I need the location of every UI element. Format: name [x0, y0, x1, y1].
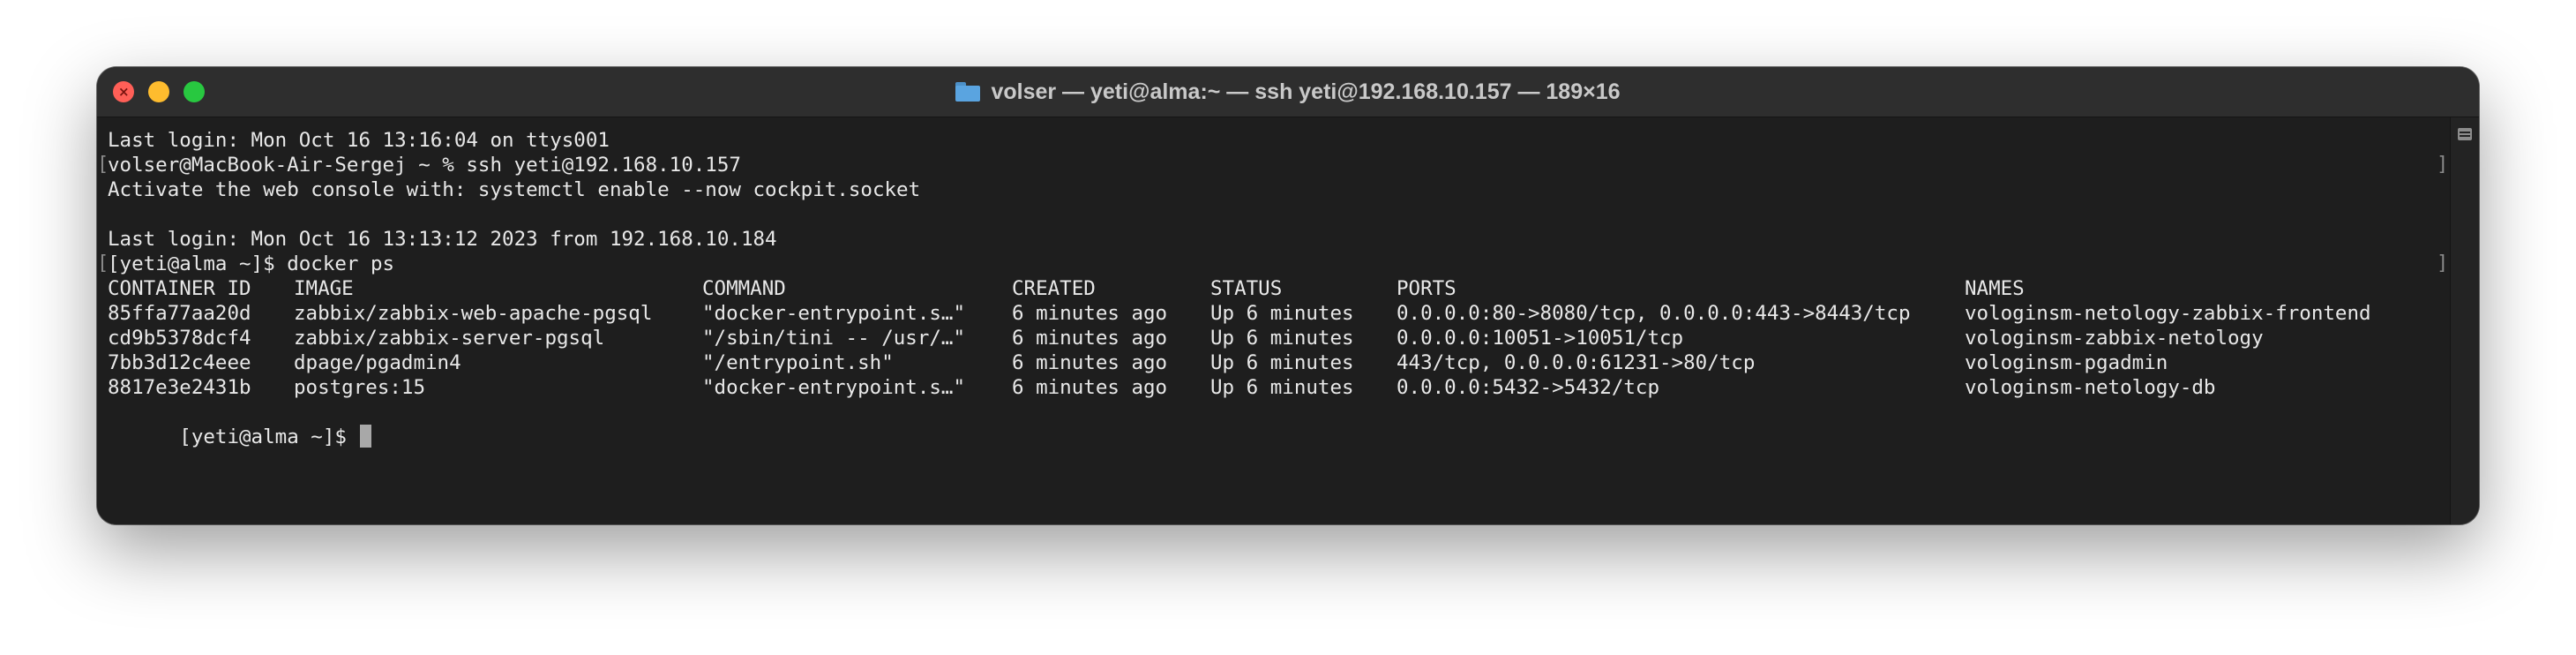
table-cell: dpage/pgadmin4 [294, 351, 461, 374]
folder-icon [955, 82, 981, 102]
shell-prompt: [yeti@alma ~]$ [179, 425, 347, 448]
table-header-cell: CONTAINER ID [108, 277, 251, 300]
table-cell: 85ffa77aa20d [108, 302, 251, 325]
table-row: 8817e3e2431b postgres:15 "docker-entrypo… [108, 375, 2215, 400]
window-title-text: volser — yeti@alma:~ — ssh yeti@192.168.… [991, 79, 1621, 104]
table-cell: "/sbin/tini -- /usr/…" [702, 327, 966, 350]
table-cell: 7bb3d12c4eee [108, 351, 251, 374]
table-cell: 443/tcp, 0.0.0.0:61231->80/tcp [1397, 351, 1756, 374]
table-cell: Up 6 minutes [1210, 351, 1354, 374]
table-cell: 0.0.0.0:5432->5432/tcp [1397, 376, 1660, 399]
table-cell: vologinsm-zabbix-netology [1965, 327, 2264, 350]
terminal-window: × volser — yeti@alma:~ — ssh yeti@192.16… [97, 67, 2479, 524]
table-cell: "/entrypoint.sh" [702, 351, 894, 374]
table-cell: 6 minutes ago [1012, 327, 1168, 350]
table-cell: zabbix/zabbix-server-pgsql [294, 327, 605, 350]
table-header-row: CONTAINER ID IMAGE COMMAND CREATED STATU… [108, 276, 2025, 301]
table-row: 7bb3d12c4eee dpage/pgadmin4 "/entrypoint… [108, 350, 2168, 375]
table-header-cell: COMMAND [702, 277, 786, 300]
mark-bracket-right: ] [2437, 154, 2449, 176]
table-cell: zabbix/zabbix-web-apache-pgsql [294, 302, 653, 325]
marks-sidebar[interactable] [2450, 117, 2479, 524]
table-header-cell: NAMES [1965, 277, 2025, 300]
terminal-line: [yeti@alma ~]$ docker ps [108, 252, 395, 275]
title-bar[interactable]: × volser — yeti@alma:~ — ssh yeti@192.16… [97, 67, 2479, 117]
table-cell: "docker-entrypoint.s…" [702, 302, 966, 325]
table-cell: vologinsm-netology-zabbix-frontend [1965, 302, 2371, 325]
table-cell: "docker-entrypoint.s…" [702, 376, 966, 399]
table-row: cd9b5378dcf4 zabbix/zabbix-server-pgsql … [108, 326, 2264, 350]
table-header-cell: STATUS [1210, 277, 1283, 300]
terminal-line: volser@MacBook-Air-Sergej ~ % ssh yeti@1… [108, 154, 741, 177]
window-title: volser — yeti@alma:~ — ssh yeti@192.168.… [97, 67, 2479, 117]
terminal-line: Activate the web console with: systemctl… [108, 178, 921, 201]
table-cell: vologinsm-pgadmin [1965, 351, 2168, 374]
table-cell: 6 minutes ago [1012, 351, 1168, 374]
terminal-line: Last login: Mon Oct 16 13:13:12 2023 fro… [108, 228, 777, 251]
table-cell: Up 6 minutes [1210, 302, 1354, 325]
table-cell: 0.0.0.0:10051->10051/tcp [1397, 327, 1684, 350]
terminal-line: Last login: Mon Oct 16 13:16:04 on ttys0… [108, 129, 610, 152]
table-cell: 6 minutes ago [1012, 376, 1168, 399]
table-cell: Up 6 minutes [1210, 376, 1354, 399]
text-cursor [360, 425, 372, 448]
table-header-cell: PORTS [1397, 277, 1456, 300]
table-cell: cd9b5378dcf4 [108, 327, 251, 350]
table-cell: postgres:15 [294, 376, 426, 399]
mark-bracket-left: [ [97, 252, 109, 275]
mark-bracket-left: [ [97, 154, 109, 176]
table-cell: Up 6 minutes [1210, 327, 1354, 350]
marks-list-icon[interactable] [2458, 128, 2472, 140]
table-header-cell: CREATED [1012, 277, 1096, 300]
table-cell: vologinsm-netology-db [1965, 376, 2216, 399]
mark-bracket-right: ] [2437, 252, 2449, 275]
terminal-output[interactable]: Last login: Mon Oct 16 13:16:04 on ttys0… [97, 117, 2451, 524]
table-cell: 0.0.0.0:80->8080/tcp, 0.0.0.0:443->8443/… [1397, 302, 1911, 325]
table-row: 85ffa77aa20d zabbix/zabbix-web-apache-pg… [108, 301, 2371, 326]
prompt-line[interactable]: [yeti@alma ~]$ [108, 400, 372, 448]
table-cell: 6 minutes ago [1012, 302, 1168, 325]
table-cell: 8817e3e2431b [108, 376, 251, 399]
table-header-cell: IMAGE [294, 277, 354, 300]
